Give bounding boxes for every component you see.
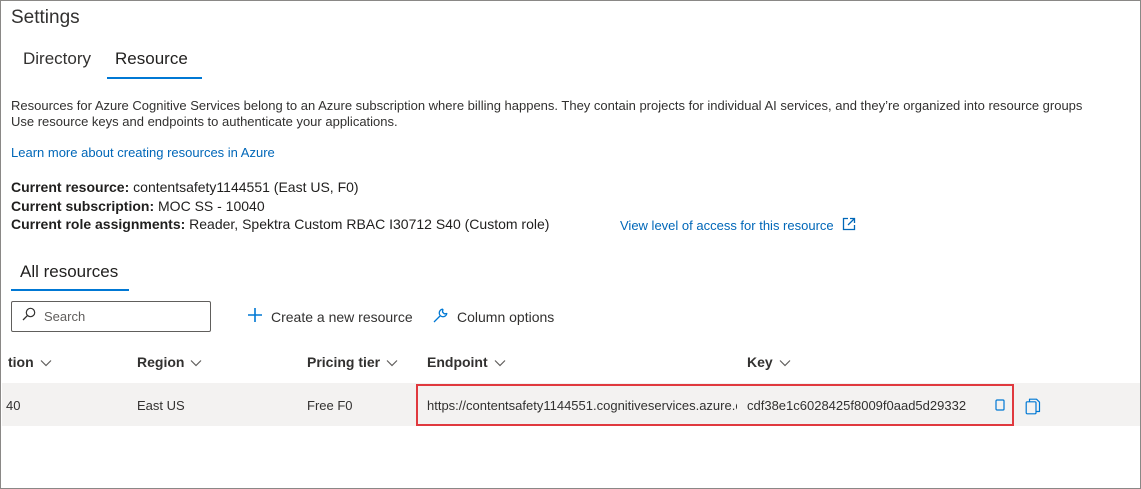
column-header-label: Pricing tier xyxy=(307,354,381,370)
current-role-assignments: Current role assignments: Reader, Spektr… xyxy=(11,216,549,232)
current-subscription-value: MOC SS - 10040 xyxy=(158,198,265,214)
external-link-icon xyxy=(842,217,856,234)
column-header-pricing-tier[interactable]: Pricing tier xyxy=(307,354,398,370)
all-resources-title: All resources xyxy=(20,262,119,281)
chevron-down-icon xyxy=(190,354,202,370)
tab-resource[interactable]: Resource xyxy=(103,45,202,79)
highlight-box xyxy=(416,384,1014,426)
search-icon xyxy=(22,307,36,326)
column-header-location[interactable]: tion xyxy=(8,354,52,370)
chevron-down-icon xyxy=(779,354,791,370)
cell-region: East US xyxy=(137,398,185,413)
search-input[interactable] xyxy=(44,309,194,324)
page-title: Settings xyxy=(11,7,80,28)
chevron-down-icon xyxy=(494,354,506,370)
column-header-key[interactable]: Key xyxy=(747,354,791,370)
wrench-icon xyxy=(432,307,449,327)
column-header-endpoint[interactable]: Endpoint xyxy=(427,354,506,370)
create-resource-button[interactable]: Create a new resource xyxy=(247,307,413,326)
current-roles-label: Current role assignments: xyxy=(11,216,186,232)
column-header-label: tion xyxy=(8,354,34,370)
all-resources-underline xyxy=(11,289,129,291)
create-resource-label: Create a new resource xyxy=(271,308,413,325)
column-options-label: Column options xyxy=(457,309,555,325)
search-box[interactable] xyxy=(11,301,211,332)
column-header-region[interactable]: Region xyxy=(137,354,202,370)
cell-pricing-tier: Free F0 xyxy=(307,398,353,413)
column-header-label: Endpoint xyxy=(427,354,488,370)
current-resource-label: Current resource: xyxy=(11,179,130,195)
cell-location: 40 xyxy=(6,398,21,413)
current-roles-value: Reader, Spektra Custom RBAC I30712 S40 (… xyxy=(189,216,550,232)
tab-directory[interactable]: Directory xyxy=(11,45,103,79)
chevron-down-icon xyxy=(40,354,52,370)
copy-icon[interactable] xyxy=(1024,397,1042,415)
settings-panel: Settings Directory Resource Resources fo… xyxy=(0,0,1141,489)
view-access-link[interactable]: View level of access for this resource xyxy=(620,217,856,234)
plus-icon xyxy=(247,307,263,326)
view-access-label: View level of access for this resource xyxy=(620,218,834,233)
description-line-2: Use resource keys and endpoints to authe… xyxy=(11,114,398,129)
column-header-label: Region xyxy=(137,354,185,370)
column-header-label: Key xyxy=(747,354,773,370)
chevron-down-icon xyxy=(386,354,398,370)
current-resource-value: contentsafety1144551 (East US, F0) xyxy=(133,179,359,195)
tab-bar: Directory Resource xyxy=(11,45,202,79)
description: Resources for Azure Cognitive Services b… xyxy=(11,98,1140,130)
current-resource: Current resource: contentsafety1144551 (… xyxy=(11,179,359,195)
current-subscription-label: Current subscription: xyxy=(11,198,155,214)
column-options-button[interactable]: Column options xyxy=(432,307,554,327)
description-line-1: Resources for Azure Cognitive Services b… xyxy=(11,98,1083,113)
current-subscription: Current subscription: MOC SS - 10040 xyxy=(11,198,265,214)
learn-more-link[interactable]: Learn more about creating resources in A… xyxy=(11,145,275,160)
